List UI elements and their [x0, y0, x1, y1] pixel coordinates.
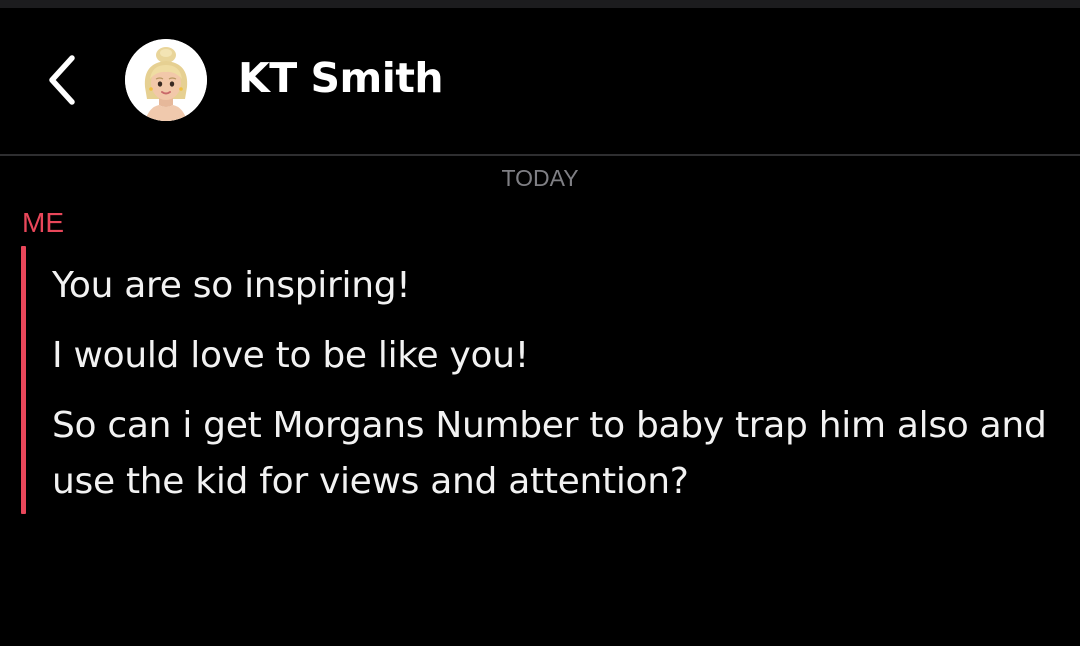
date-separator: TODAY — [501, 165, 579, 191]
chat-message[interactable]: So can i get Morgans Number to baby trap… — [52, 398, 1067, 510]
status-bar-strip — [0, 0, 1080, 8]
sender-thread-bar — [21, 246, 26, 514]
sender-label: ME — [22, 207, 64, 238]
chat-screen: { "header": { "contact_name": "KT Smith"… — [0, 0, 1080, 646]
chat-message[interactable]: I would love to be like you! — [52, 328, 1067, 384]
message-group: You are so inspiring! I would love to be… — [52, 258, 1067, 510]
chat-header: KT Smith — [0, 8, 1080, 154]
bitmoji-avatar-icon — [125, 39, 207, 121]
chevron-left-icon — [49, 55, 75, 105]
back-button[interactable] — [34, 48, 90, 112]
contact-name[interactable]: KT Smith — [238, 50, 444, 106]
chat-message[interactable]: You are so inspiring! — [52, 258, 1067, 314]
header-divider — [0, 154, 1080, 156]
avatar[interactable] — [125, 39, 207, 121]
